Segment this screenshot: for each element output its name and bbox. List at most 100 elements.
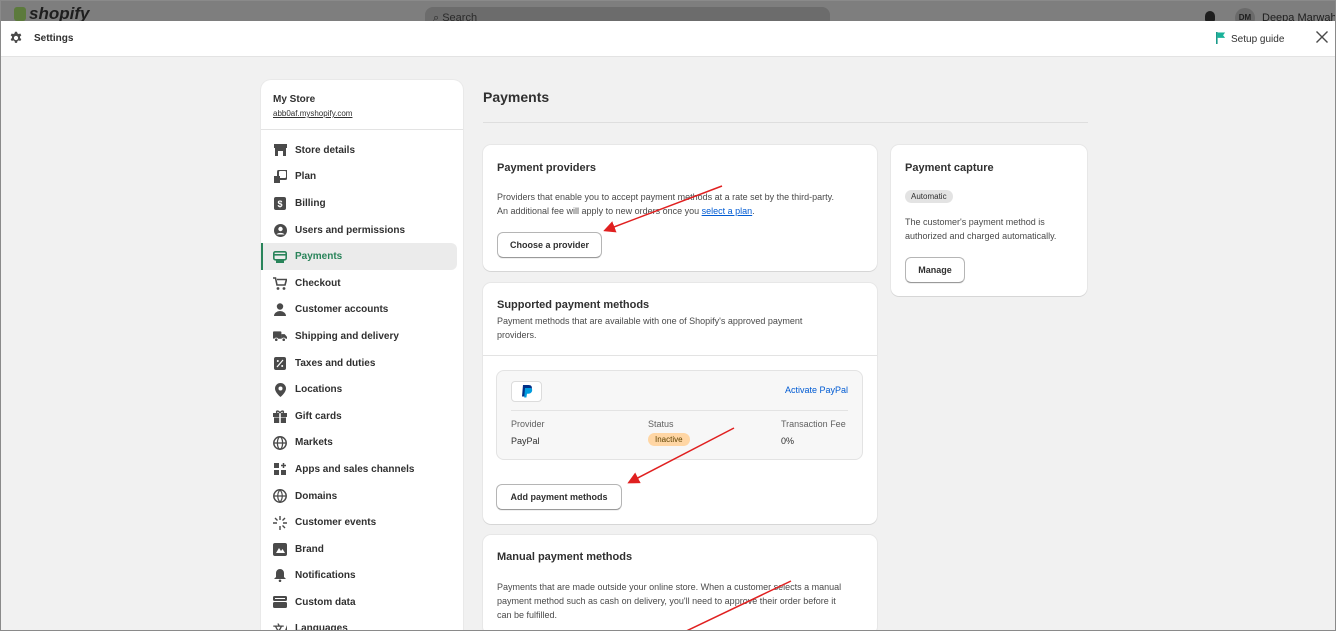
sidebar-item-label: Customer events bbox=[295, 517, 377, 529]
sidebar-item-label: Checkout bbox=[295, 277, 341, 289]
sidebar-item-label: Notifications bbox=[295, 570, 356, 582]
sidebar-item-label: Payments bbox=[295, 251, 343, 263]
status-header: Status bbox=[648, 419, 674, 429]
sparkle-icon bbox=[273, 515, 287, 530]
billing-icon: $ bbox=[273, 196, 287, 210]
setup-guide-label: Setup guide bbox=[1231, 34, 1285, 45]
supported-methods-card: Supported payment methods Payment method… bbox=[483, 283, 877, 524]
sidebar-item-label: Plan bbox=[295, 171, 317, 183]
fee-value: 0% bbox=[781, 436, 795, 446]
domain-icon bbox=[273, 489, 287, 503]
payment-capture-card: Payment capture Automatic The customer's… bbox=[891, 145, 1087, 296]
sidebar-item-label: Gift cards bbox=[295, 410, 342, 422]
shopify-logo: shopify bbox=[14, 4, 89, 21]
sidebar-item-label: Domains bbox=[295, 490, 338, 502]
activate-paypal-link[interactable]: Activate PayPal bbox=[785, 385, 848, 395]
provider-value: PayPal bbox=[511, 436, 540, 446]
paypal-provider-box: Activate PayPal Provider PayPal Status I… bbox=[496, 370, 863, 460]
sidebar-item-customer-events[interactable]: Customer events bbox=[261, 509, 457, 536]
settings-sidebar: My Store abb0af.myshopify.com Store deta… bbox=[261, 80, 463, 631]
sidebar-item-label: Languages bbox=[295, 623, 348, 631]
sidebar-item-plan[interactable]: Plan bbox=[261, 164, 457, 191]
sidebar-item-brand[interactable]: Brand bbox=[261, 536, 457, 563]
card-divider bbox=[483, 355, 877, 356]
sidebar-item-billing[interactable]: $ Billing bbox=[261, 190, 457, 217]
supported-description: Payment methods that are available with … bbox=[497, 316, 803, 340]
sidebar-item-store-details[interactable]: Store details bbox=[261, 137, 457, 164]
sidebar-item-markets[interactable]: Markets bbox=[261, 430, 457, 457]
manual-methods-card: Manual payment methods Payments that are… bbox=[483, 535, 877, 631]
sidebar-item-label: Markets bbox=[295, 437, 333, 449]
logo-text: shopify bbox=[29, 4, 90, 21]
sidebar-item-shipping-and-delivery[interactable]: Shipping and delivery bbox=[261, 323, 457, 350]
admin-search-input: ⌕ Search bbox=[425, 7, 830, 21]
fee-column: Transaction Fee 0% bbox=[781, 419, 846, 446]
apps-icon bbox=[273, 462, 287, 476]
sidebar-item-payments[interactable]: Payments bbox=[261, 243, 457, 270]
sidebar-item-label: Billing bbox=[295, 197, 326, 209]
providers-title: Payment providers bbox=[497, 162, 597, 174]
store-info: My Store abb0af.myshopify.com bbox=[261, 80, 463, 130]
sidebar-item-domains[interactable]: Domains bbox=[261, 483, 457, 510]
capture-status-badge: Automatic bbox=[905, 190, 953, 203]
providers-text: Providers that enable you to accept paym… bbox=[497, 192, 835, 216]
sidebar-item-label: Shipping and delivery bbox=[295, 330, 399, 342]
sidebar-item-users-and-permissions[interactable]: Users and permissions bbox=[261, 217, 457, 244]
sidebar-item-custom-data[interactable]: Custom data bbox=[261, 589, 457, 616]
sidebar-item-label: Custom data bbox=[295, 596, 356, 608]
providers-text-end: . bbox=[752, 206, 755, 216]
sidebar-item-locations[interactable]: Locations bbox=[261, 376, 457, 403]
avatar: DM bbox=[1235, 8, 1255, 21]
user-name: Deepa Marwah bbox=[1262, 12, 1336, 21]
svg-text:$: $ bbox=[277, 199, 282, 209]
store-name: My Store bbox=[273, 94, 316, 105]
paypal-divider bbox=[511, 410, 848, 411]
sidebar-nav: Store details Plan $ Billing Users and permi… bbox=[261, 130, 463, 631]
sidebar-item-label: Customer accounts bbox=[295, 304, 389, 316]
sidebar-item-languages[interactable]: 文A Languages bbox=[261, 616, 457, 631]
manual-description: Payments that are made outside your onli… bbox=[497, 582, 842, 620]
store-url-link[interactable]: abb0af.myshopify.com bbox=[273, 109, 463, 118]
gear-icon bbox=[9, 31, 23, 48]
sidebar-item-label: Locations bbox=[295, 384, 343, 396]
user-icon bbox=[273, 223, 287, 237]
page-title-settings: Settings bbox=[34, 33, 74, 44]
truck-icon bbox=[273, 329, 287, 343]
add-payment-methods-button[interactable]: Add payment methods bbox=[496, 484, 622, 510]
sidebar-item-label: Taxes and duties bbox=[295, 357, 376, 369]
sidebar-item-notifications[interactable]: Notifications bbox=[261, 563, 457, 590]
setup-guide-button[interactable]: Setup guide bbox=[1216, 32, 1284, 47]
sidebar-item-checkout[interactable]: Checkout bbox=[261, 270, 457, 297]
sidebar-item-taxes-and-duties[interactable]: Taxes and duties bbox=[261, 350, 457, 377]
shopify-bag-icon bbox=[14, 7, 26, 21]
paypal-icon bbox=[511, 381, 542, 402]
sidebar-item-label: Brand bbox=[295, 543, 324, 555]
provider-column: Provider PayPal bbox=[511, 419, 545, 446]
sidebar-item-customer-accounts[interactable]: Customer accounts bbox=[261, 297, 457, 324]
sidebar-item-apps-and-sales-channels[interactable]: Apps and sales channels bbox=[261, 456, 457, 483]
language-icon: 文A bbox=[273, 622, 287, 631]
sidebar-item-label: Apps and sales channels bbox=[295, 463, 415, 475]
close-icon[interactable] bbox=[1315, 30, 1329, 47]
notifications-bell-icon bbox=[1205, 11, 1215, 21]
plan-icon bbox=[273, 170, 287, 184]
location-icon bbox=[273, 382, 287, 397]
data-icon bbox=[273, 595, 287, 609]
manual-title: Manual payment methods bbox=[497, 551, 633, 563]
manage-button[interactable]: Manage bbox=[905, 257, 965, 283]
cart-icon bbox=[273, 276, 287, 290]
payment-providers-card: Payment providers Providers that enable … bbox=[483, 145, 877, 271]
gift-icon bbox=[273, 409, 287, 423]
provider-header: Provider bbox=[511, 419, 545, 429]
choose-provider-button[interactable]: Choose a provider bbox=[497, 232, 602, 258]
flag-icon bbox=[1216, 32, 1226, 47]
select-plan-link[interactable]: select a plan bbox=[702, 206, 753, 216]
capture-description: The customer's payment method is authori… bbox=[905, 217, 1057, 241]
sidebar-item-gift-cards[interactable]: Gift cards bbox=[261, 403, 457, 430]
fee-header: Transaction Fee bbox=[781, 419, 846, 429]
globe-icon bbox=[273, 435, 287, 450]
brand-icon bbox=[273, 542, 287, 556]
person-icon bbox=[273, 303, 287, 317]
payments-icon bbox=[273, 250, 287, 264]
admin-top-bar: shopify ⌕ Search DM Deepa Marwah bbox=[0, 0, 1336, 21]
